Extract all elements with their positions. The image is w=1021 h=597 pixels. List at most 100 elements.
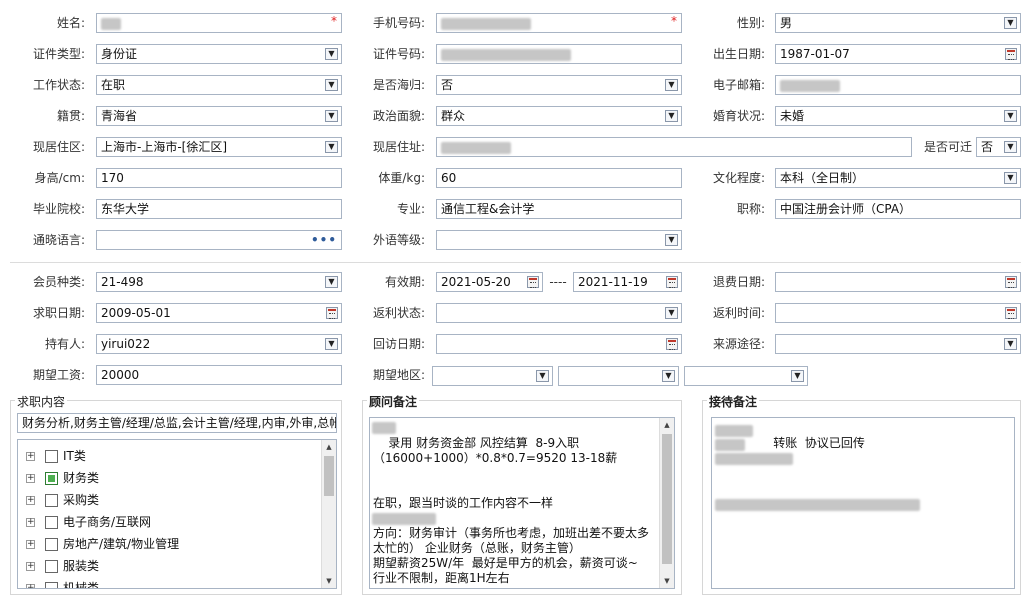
workstatus-select[interactable]: 在职 ▼ [96, 75, 342, 95]
weight-field[interactable]: 60 [436, 168, 682, 188]
email-field[interactable] [775, 75, 1021, 95]
calendar-icon[interactable] [1005, 48, 1017, 60]
tree-item[interactable]: + IT类 [26, 446, 86, 466]
calendar-icon[interactable] [1005, 276, 1017, 288]
chevron-down-icon[interactable]: ▼ [1004, 338, 1017, 350]
calendar-icon[interactable] [666, 276, 678, 288]
expand-icon[interactable]: + [26, 518, 35, 527]
more-icon[interactable]: ••• [311, 231, 337, 249]
scroll-thumb[interactable] [662, 434, 672, 564]
chevron-down-icon[interactable]: ▼ [665, 234, 678, 246]
chevron-down-icon[interactable]: ▼ [1004, 110, 1017, 122]
expand-icon[interactable]: + [26, 474, 35, 483]
school-field[interactable]: 东华大学 [96, 199, 342, 219]
advisor-note-scrollbar[interactable]: ▲ ▼ [659, 418, 674, 588]
chevron-down-icon[interactable]: ▼ [325, 79, 338, 91]
chevron-down-icon[interactable]: ▼ [325, 276, 338, 288]
expand-icon[interactable]: + [26, 562, 35, 571]
title-field[interactable]: 中国注册会计师（CPA） [775, 199, 1021, 219]
tree-item[interactable]: + 机械类 [26, 578, 99, 588]
idno-field[interactable] [436, 44, 682, 64]
scroll-down-icon[interactable]: ▼ [322, 574, 336, 588]
tree-checkbox[interactable] [45, 538, 58, 551]
calendar-icon[interactable] [1005, 307, 1017, 319]
chevron-down-icon[interactable]: ▼ [536, 370, 549, 382]
chevron-down-icon[interactable]: ▼ [1004, 17, 1017, 29]
valid-from-field[interactable]: 2021-05-20 [436, 272, 543, 292]
tree-item-label: 财务类 [63, 471, 100, 485]
chevron-down-icon[interactable]: ▼ [665, 79, 678, 91]
scroll-thumb[interactable] [324, 456, 334, 496]
valid-to-field[interactable]: 2021-11-19 [573, 272, 682, 292]
political-select[interactable]: 群众 ▼ [436, 106, 682, 126]
language-field[interactable]: ••• [96, 230, 342, 250]
region-province-select[interactable]: ▼ [432, 366, 553, 386]
advisor-note-textarea[interactable]: 录用 财务资金部 风控结算 8-9入职 （16000+1000）*0.8*0.7… [369, 417, 675, 589]
scroll-up-icon[interactable]: ▲ [660, 418, 674, 432]
relocate-select[interactable]: 否 ▼ [976, 137, 1021, 157]
tree-checkbox[interactable] [45, 516, 58, 529]
marital-select[interactable]: 未婚 ▼ [775, 106, 1021, 126]
tree-checkbox[interactable] [45, 472, 58, 485]
chevron-down-icon[interactable]: ▼ [1004, 141, 1017, 153]
major-field[interactable]: 通信工程&会计学 [436, 199, 682, 219]
chevron-down-icon[interactable]: ▼ [791, 370, 804, 382]
tree-scrollbar[interactable]: ▲ ▼ [321, 440, 336, 588]
rebate-time-field[interactable] [775, 303, 1021, 323]
tree-checkbox[interactable] [45, 560, 58, 573]
chevron-down-icon[interactable]: ▼ [665, 110, 678, 122]
chevron-down-icon[interactable]: ▼ [665, 307, 678, 319]
tree-item[interactable]: + 采购类 [26, 490, 99, 510]
chevron-down-icon[interactable]: ▼ [1004, 172, 1017, 184]
idtype-select[interactable]: 身份证 ▼ [96, 44, 342, 64]
mobile-field[interactable]: * [436, 13, 682, 33]
expand-icon[interactable]: + [26, 452, 35, 461]
foreign-level-select[interactable]: ▼ [436, 230, 682, 250]
chevron-down-icon[interactable]: ▼ [325, 338, 338, 350]
expand-icon[interactable]: + [26, 496, 35, 505]
birth-date-field[interactable]: 1987-01-07 [775, 44, 1021, 64]
source-select[interactable]: ▼ [775, 334, 1021, 354]
school-value: 东华大学 [101, 202, 150, 216]
overseas-select[interactable]: 否 ▼ [436, 75, 682, 95]
scroll-up-icon[interactable]: ▲ [322, 440, 336, 454]
calendar-icon[interactable] [666, 338, 678, 350]
tree-item[interactable]: + 房地产/建筑/物业管理 [26, 534, 179, 554]
expand-icon[interactable]: + [26, 584, 35, 588]
holder-select[interactable]: yirui022 ▼ [96, 334, 342, 354]
tree-checkbox[interactable] [45, 450, 58, 463]
visit-date-field[interactable] [436, 334, 682, 354]
education-select[interactable]: 本科（全日制） ▼ [775, 168, 1021, 188]
member-type-select[interactable]: 21-498 ▼ [96, 272, 342, 292]
workstatus-value: 在职 [101, 78, 126, 92]
scroll-down-icon[interactable]: ▼ [660, 574, 674, 588]
gender-select[interactable]: 男 ▼ [775, 13, 1021, 33]
region-city-select[interactable]: ▼ [558, 366, 679, 386]
native-label: 籍贯: [56, 109, 85, 123]
tree-item[interactable]: + 服装类 [26, 556, 99, 576]
address-field[interactable] [436, 137, 912, 157]
tree-checkbox[interactable] [45, 494, 58, 507]
refund-date-field[interactable] [775, 272, 1021, 292]
calendar-icon[interactable] [527, 276, 539, 288]
chevron-down-icon[interactable]: ▼ [325, 141, 338, 153]
height-field[interactable]: 170 [96, 168, 342, 188]
job-summary-field[interactable]: 财务分析,财务主管/经理/总监,会计主管/经理,内审,外审,总帐 [17, 413, 337, 433]
chevron-down-icon[interactable]: ▼ [662, 370, 675, 382]
tree-item[interactable]: + 财务类 [26, 468, 99, 488]
native-select[interactable]: 青海省 ▼ [96, 106, 342, 126]
valid-to-value: 2021-11-19 [578, 275, 648, 289]
calendar-icon[interactable] [326, 307, 338, 319]
expand-icon[interactable]: + [26, 540, 35, 549]
tree-item[interactable]: + 电子商务/互联网 [26, 512, 151, 532]
name-field[interactable]: * [96, 13, 342, 33]
residence-select[interactable]: 上海市-上海市-[徐汇区] ▼ [96, 137, 342, 157]
chevron-down-icon[interactable]: ▼ [325, 48, 338, 60]
seek-date-field[interactable]: 2009-05-01 [96, 303, 342, 323]
chevron-down-icon[interactable]: ▼ [325, 110, 338, 122]
job-category-tree[interactable]: + IT类 + 财务类 + 采购类 + 电子商务/互联网 + 房地产/建筑/物业管理 + 服装类 + 机械… [17, 439, 337, 589]
rebate-status-select[interactable]: ▼ [436, 303, 682, 323]
region-district-select[interactable]: ▼ [684, 366, 808, 386]
tree-checkbox[interactable] [45, 582, 58, 588]
salary-field[interactable]: 20000 [96, 365, 342, 385]
